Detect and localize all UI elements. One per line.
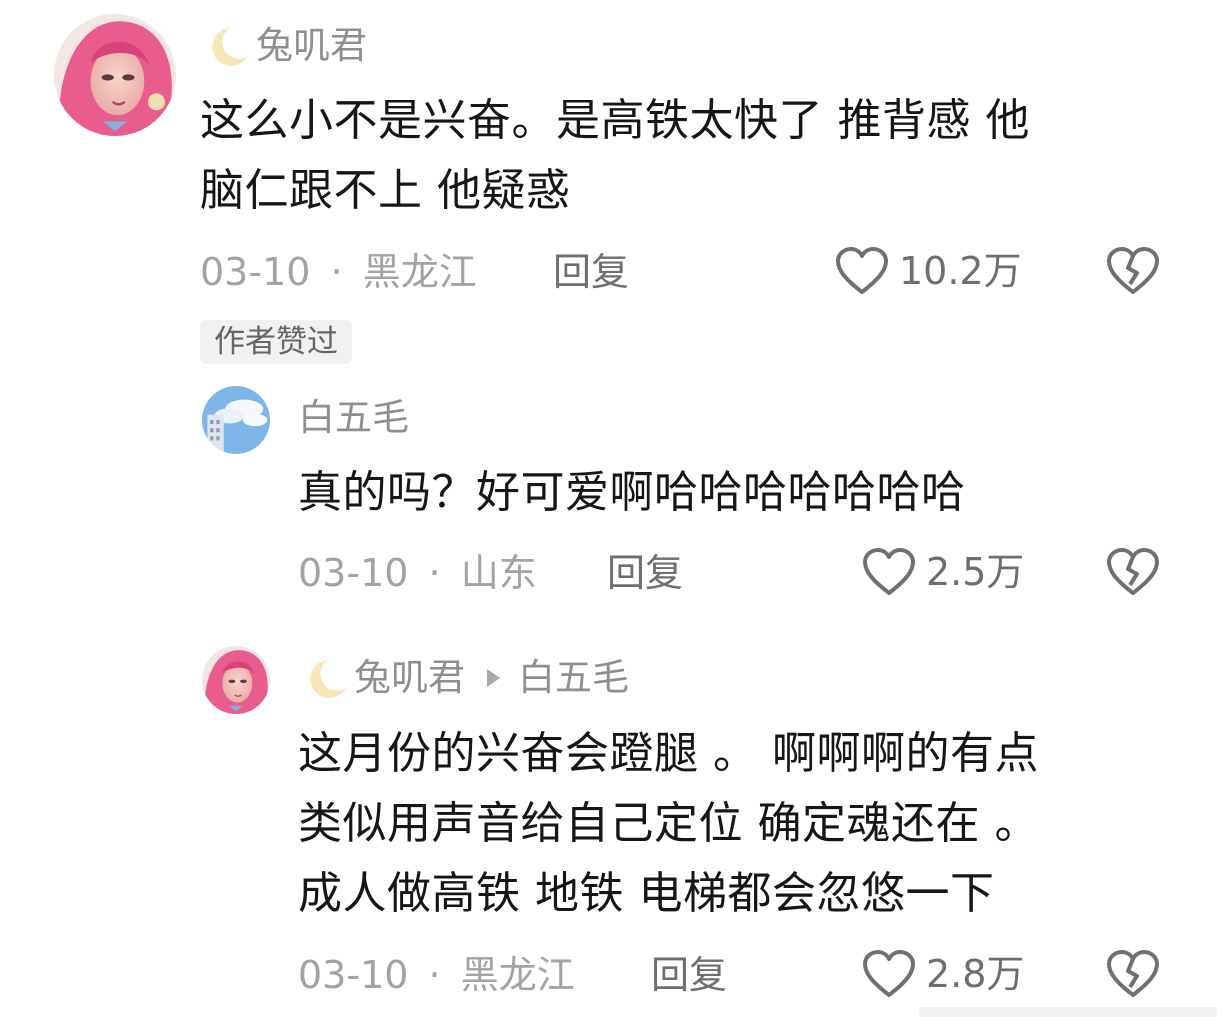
like-count: 10.2万: [899, 249, 1022, 293]
comment-text-line: 脑仁跟不上 他疑惑: [200, 165, 571, 216]
like-count: 2.8万: [926, 952, 1025, 996]
comment-location: 山东: [460, 551, 537, 595]
comment-text-line: 类似用声音给自己定位 确定魂还在 。: [298, 798, 1039, 849]
heart-outline-icon: [863, 950, 915, 997]
broken-heart-icon[interactable]: [1106, 547, 1160, 597]
comment-author[interactable]: 白五毛: [298, 396, 409, 440]
comment-author[interactable]: 兔叽君 白五毛: [298, 656, 629, 700]
comment-location: 黑龙江: [460, 953, 575, 997]
comment-author[interactable]: 兔叽君: [200, 24, 367, 68]
heart-outline-icon: [836, 247, 888, 294]
reply-button[interactable]: 回复: [651, 953, 727, 997]
comment-text: 这月份的兴奋会蹬腿 。 啊啊啊的有点 类似用声音给自己定位 确定魂还在 。 成人…: [298, 719, 1039, 929]
pink-hair-avatar-icon: [54, 14, 176, 136]
like-button[interactable]: 2.5万: [862, 547, 1024, 597]
comment-text-line: 真的吗？好可爱啊哈哈哈哈哈哈哈: [298, 467, 966, 518]
reply-button[interactable]: 回复: [607, 551, 683, 595]
meta-separator: ·: [428, 953, 441, 997]
heart-outline-icon: [863, 548, 915, 595]
comment-text: 真的吗？好可爱啊哈哈哈哈哈哈哈: [298, 458, 966, 528]
meta-separator: ·: [428, 551, 441, 595]
avatar[interactable]: [202, 386, 270, 454]
comment-date: 03-10: [200, 250, 311, 294]
sky-building-avatar-icon: [202, 386, 270, 454]
crescent-moon-icon: [212, 28, 248, 66]
avatar[interactable]: [202, 646, 270, 714]
author-name: 兔叽君: [256, 24, 367, 67]
author-name: 白五毛: [298, 396, 409, 439]
watermark: [918, 1007, 1218, 1017]
comment-text-line: 这么小不是兴奋。是高铁太快了 推背感 他: [200, 95, 1030, 146]
like-count: 2.5万: [926, 550, 1025, 594]
pink-hair-avatar-icon: [202, 646, 270, 714]
triangle-right-icon: [487, 669, 500, 687]
comment-location: 黑龙江: [362, 250, 477, 294]
reply-button[interactable]: 回复: [553, 250, 629, 294]
broken-heart-icon[interactable]: [1106, 246, 1160, 296]
like-button[interactable]: 10.2万: [835, 246, 1022, 296]
comment-date: 03-10: [298, 953, 409, 997]
crescent-moon-icon: [310, 660, 346, 698]
meta-separator: ·: [330, 250, 343, 294]
comment-date: 03-10: [298, 551, 409, 595]
comment-text-line: 成人做高铁 地铁 电梯都会忽悠一下: [298, 868, 995, 919]
comment-text-line: 这月份的兴奋会蹬腿 。 啊啊啊的有点: [298, 728, 1039, 779]
author-name: 兔叽君: [354, 656, 465, 699]
like-button[interactable]: 2.8万: [862, 949, 1024, 999]
comment-text: 这么小不是兴奋。是高铁太快了 推背感 他 脑仁跟不上 他疑惑: [200, 86, 1030, 226]
comment-meta: 03-10 · 山东: [298, 551, 537, 595]
avatar[interactable]: [54, 14, 176, 136]
comment-meta: 03-10 · 黑龙江: [200, 250, 477, 294]
broken-heart-icon[interactable]: [1106, 949, 1160, 999]
author-liked-badge: 作者赞过: [200, 320, 352, 364]
reply-target-name[interactable]: 白五毛: [518, 656, 629, 700]
comment-meta: 03-10 · 黑龙江: [298, 953, 575, 997]
